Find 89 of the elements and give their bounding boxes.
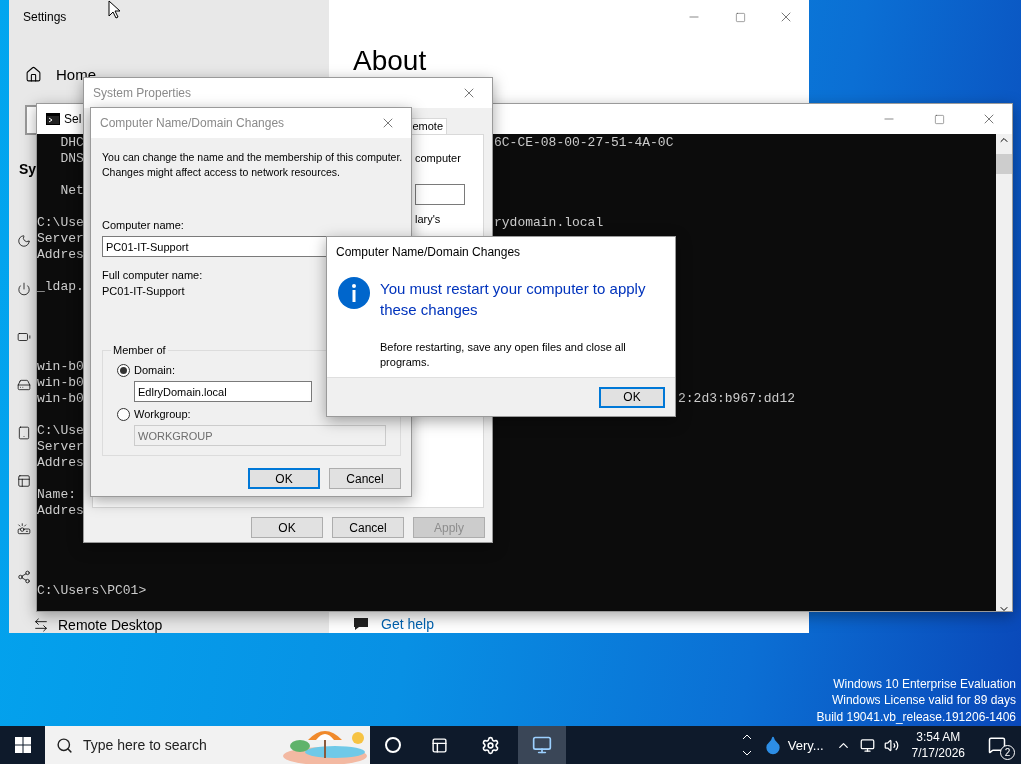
window-title: System Properties (93, 86, 192, 100)
monitor-icon (532, 735, 552, 755)
console-line: Addres (37, 247, 84, 263)
projector-icon[interactable] (17, 522, 31, 536)
help-link[interactable]: Get help (381, 616, 434, 632)
scrollbar-thumb[interactable] (996, 154, 1012, 174)
notification-count: 2 (1000, 745, 1015, 760)
notice-text: Build 19041.vb_release.191206-1406 (816, 708, 1016, 725)
console-line: Name: (37, 487, 76, 503)
search-field[interactable]: Type here to search (83, 737, 233, 753)
message-icon (988, 736, 1006, 754)
panel-text: computer (415, 152, 461, 164)
volume-icon (884, 737, 900, 753)
console-line: Server (37, 439, 84, 455)
console-line: Addres (37, 503, 84, 519)
drive-icon[interactable] (17, 378, 31, 392)
console-line: _ldap. (37, 279, 84, 295)
cancel-button[interactable]: Cancel (329, 468, 401, 489)
console-line: C:\Use (37, 215, 84, 231)
nav-item[interactable]: Remote Desktop (58, 617, 163, 633)
name-field[interactable]: PC01-IT-Support (102, 236, 327, 257)
share-icon[interactable] (17, 570, 31, 584)
scrollbar[interactable] (996, 134, 1012, 611)
ok-button[interactable]: OK (599, 386, 665, 408)
console-line: rydomain.local (494, 215, 604, 231)
info-icon (338, 277, 370, 309)
ok-button[interactable]: OK (251, 517, 323, 538)
battery-icon[interactable] (17, 330, 31, 344)
message-text: Before restarting, save any open files and close all programs. (380, 340, 627, 370)
chevrons-icon (741, 733, 752, 757)
cancel-button[interactable]: Cancel (332, 517, 404, 538)
arrows-icon (33, 617, 49, 633)
radio-option[interactable]: Domain: (117, 362, 175, 378)
text-field[interactable]: WORKGROUP (134, 425, 386, 446)
console-line: Addres (37, 455, 84, 471)
console-line: DNS (59, 151, 84, 167)
chat-icon (353, 617, 369, 631)
text-field[interactable]: EdlryDomain.local (134, 381, 312, 402)
console-line: Server (37, 231, 84, 247)
ok-button[interactable]: OK (248, 468, 320, 489)
page-title: About (353, 46, 427, 76)
power-icon[interactable] (17, 282, 31, 296)
home-icon[interactable] (25, 65, 42, 83)
cursor-icon (108, 0, 121, 19)
text-field[interactable] (415, 184, 465, 205)
console-line: win-b0 (37, 359, 84, 375)
radio-option[interactable]: Workgroup: (117, 406, 191, 422)
console-line: 6C-CE-08-00-27-51-4A-0C (494, 135, 674, 151)
weather-widget[interactable]: Very... (754, 726, 832, 764)
terminal-icon (46, 113, 60, 125)
console-line: win-b0 (37, 375, 84, 391)
console-line: C:\Use (37, 423, 84, 439)
windows-icon (14, 737, 31, 753)
full-name-text: PC01-IT-Support (102, 285, 185, 299)
window-title: Sel (64, 112, 82, 126)
console-line: DHC (59, 135, 84, 151)
clock-button[interactable]: 3:54 AM 7/17/2026 (903, 729, 973, 761)
field-label: Full computer name: (102, 269, 203, 283)
moon-icon[interactable] (17, 234, 31, 248)
notice-text: Windows License valid for 89 days (831, 692, 1016, 709)
field-label: Computer name: (102, 219, 184, 233)
panels-icon[interactable] (17, 474, 31, 488)
settings-icon (480, 735, 500, 755)
dialog-title: Computer Name/Domain Changes (100, 116, 285, 130)
computer-button[interactable] (518, 726, 566, 764)
section-heading: Sy (19, 161, 37, 179)
radio-icon[interactable] (117, 407, 130, 421)
search-icon (56, 736, 73, 754)
notifications-button[interactable]: 2 (973, 726, 1021, 764)
notice-text: Windows 10 Enterprise Evaluation (833, 675, 1016, 692)
radio-icon[interactable] (117, 363, 130, 377)
group-label: Member of (112, 344, 167, 356)
circle-icon (385, 737, 401, 753)
intro-text: You can change the name and the membership of this computer. Changes might affect access to network resources. (102, 150, 404, 180)
network-icon (860, 737, 876, 753)
console-line: Net (59, 183, 84, 199)
maximize-icon (734, 11, 746, 23)
tablet-icon[interactable] (17, 426, 31, 440)
console-line: 2:2d3:b967:dd12 (678, 391, 796, 407)
panel-text: lary's (415, 213, 441, 225)
search-field[interactable] (25, 105, 36, 135)
dialog-title: Computer Name/Domain Changes (336, 245, 521, 259)
console-line: C:\Users\PC01> (37, 583, 147, 599)
task-view-icon (430, 736, 448, 754)
console-line: win-b0 (37, 391, 84, 407)
window-title: Settings (23, 10, 67, 24)
message-heading: You must restart your computer to apply these changes (380, 279, 647, 320)
maximize-icon (933, 113, 945, 125)
tab[interactable]: emote (410, 118, 447, 134)
